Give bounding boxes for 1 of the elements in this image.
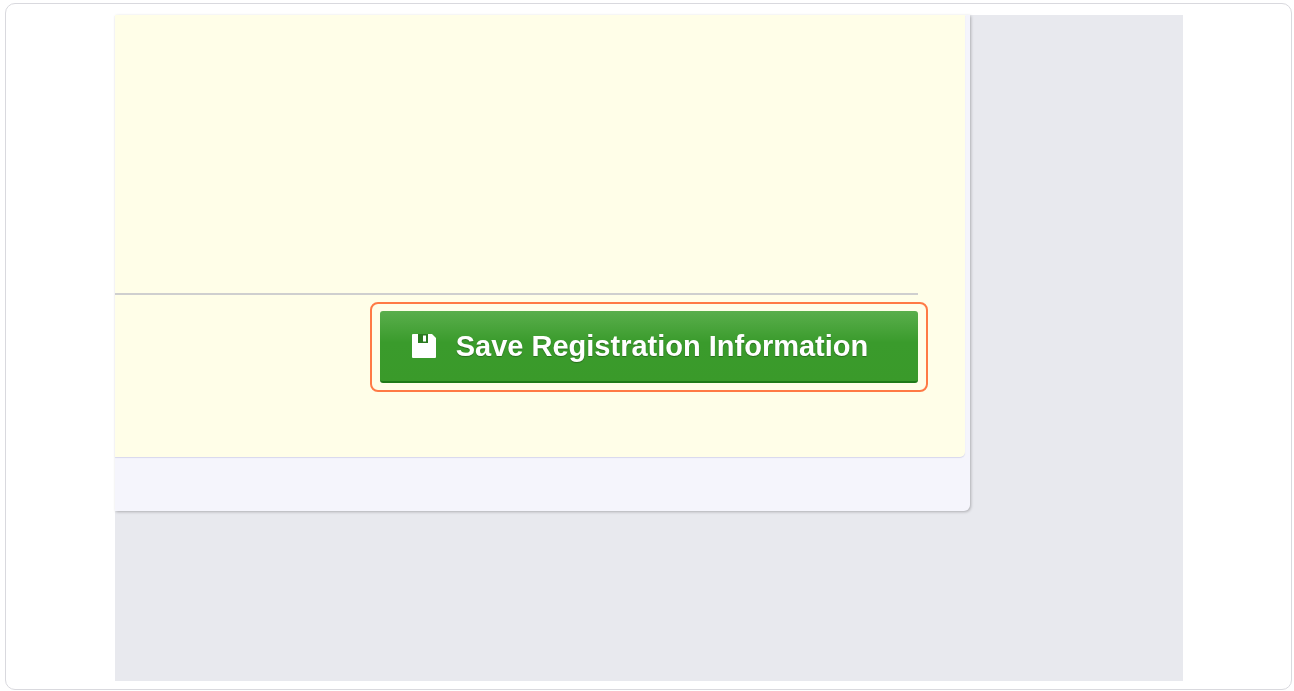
save-button[interactable]: Save Registration Information	[380, 311, 918, 383]
